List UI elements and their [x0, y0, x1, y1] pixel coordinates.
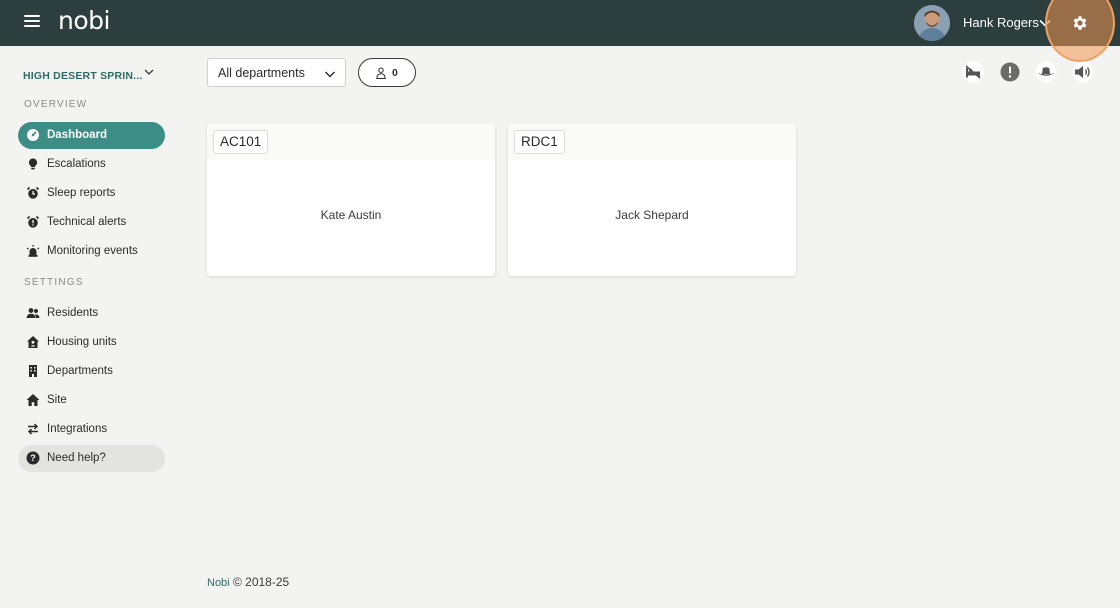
- footer-copyright: © 2018-25: [232, 575, 290, 589]
- room-card[interactable]: RDC1 Jack Shepard: [508, 124, 796, 276]
- sidebar-item-label: Residents: [47, 307, 99, 319]
- house-user-icon: [27, 336, 39, 348]
- sidebar-item-technical-alerts[interactable]: Technical alerts: [18, 209, 165, 236]
- sidebar-item-label: Site: [47, 394, 67, 406]
- room-card-header: AC101: [207, 124, 495, 160]
- user-name[interactable]: Hank Rogers: [963, 15, 1039, 30]
- site-name: HIGH DESERT SPRIN...: [23, 70, 143, 82]
- nobi-logo[interactable]: nobi: [58, 6, 110, 35]
- sidebar-item-departments[interactable]: Departments: [18, 358, 165, 385]
- siren-icon: [26, 245, 40, 257]
- footer-brand-link[interactable]: Nobi: [207, 577, 230, 589]
- sidebar-item-label: Housing units: [47, 336, 117, 348]
- arrows-exchange-icon: [27, 423, 39, 435]
- department-select[interactable]: All departments: [207, 58, 346, 87]
- settings-section-label: SETTINGS: [24, 277, 84, 288]
- cowboy-hat-icon[interactable]: [1035, 61, 1057, 83]
- resident-count: 0: [392, 67, 398, 79]
- bed-off-icon[interactable]: [962, 61, 984, 83]
- sidebar-item-label: Technical alerts: [47, 216, 127, 228]
- alarm-clock-alert-icon: [26, 215, 40, 228]
- users-icon: [26, 308, 40, 318]
- avatar[interactable]: [914, 5, 950, 41]
- chevron-down-icon: [144, 69, 154, 75]
- volume-icon[interactable]: [1072, 61, 1094, 83]
- sidebar-item-label: Monitoring events: [47, 245, 138, 257]
- sidebar-item-escalations[interactable]: Escalations: [18, 151, 165, 178]
- need-help-label: Need help?: [47, 452, 106, 464]
- overview-section-label: OVERVIEW: [24, 99, 88, 110]
- chevron-down-icon: [325, 71, 335, 78]
- lightbulb-icon: [28, 158, 38, 170]
- room-card-header: RDC1: [508, 124, 796, 160]
- sidebar-item-site[interactable]: Site: [18, 387, 165, 414]
- sidebar-item-residents[interactable]: Residents: [18, 300, 165, 327]
- resident-name: Jack Shepard: [615, 208, 689, 222]
- room-tag: AC101: [213, 130, 269, 154]
- alert-circle-icon[interactable]: [999, 61, 1021, 83]
- need-help-button[interactable]: ? Need help?: [18, 445, 165, 472]
- room-card[interactable]: AC101 Kate Austin: [207, 124, 495, 276]
- sidebar-item-housing-units[interactable]: Housing units: [18, 329, 165, 356]
- sidebar-item-label: Integrations: [47, 423, 108, 435]
- gear-icon[interactable]: [1071, 14, 1089, 32]
- building-icon: [29, 365, 37, 377]
- sidebar-item-integrations[interactable]: Integrations: [18, 416, 165, 443]
- sidebar-item-label: Dashboard: [47, 129, 108, 141]
- room-tag: RDC1: [514, 130, 565, 154]
- svg-text:?: ?: [30, 453, 36, 463]
- question-circle-icon: ?: [26, 451, 40, 465]
- footer: Nobi © 2018-25: [207, 575, 289, 589]
- top-bar: nobi Hank Rogers: [0, 0, 1120, 62]
- department-select-value: All departments: [218, 66, 305, 80]
- sidebar-item-label: Sleep reports: [47, 187, 116, 199]
- site-selector[interactable]: HIGH DESERT SPRIN...: [23, 66, 163, 82]
- resident-count-button[interactable]: 0: [358, 58, 416, 87]
- sidebar-item-dashboard[interactable]: Dashboard: [18, 122, 165, 149]
- sidebar-item-monitoring-events[interactable]: Monitoring events: [18, 238, 165, 265]
- person-icon: [376, 67, 386, 79]
- resident-name: Kate Austin: [320, 208, 382, 222]
- sidebar-item-sleep-reports[interactable]: Sleep reports: [18, 180, 165, 207]
- sidebar-item-label: Departments: [47, 365, 113, 377]
- menu-icon[interactable]: [24, 15, 40, 31]
- gauge-icon: [27, 129, 39, 141]
- alarm-clock-icon: [26, 186, 40, 199]
- home-icon: [26, 394, 40, 406]
- sidebar-item-label: Escalations: [47, 158, 106, 170]
